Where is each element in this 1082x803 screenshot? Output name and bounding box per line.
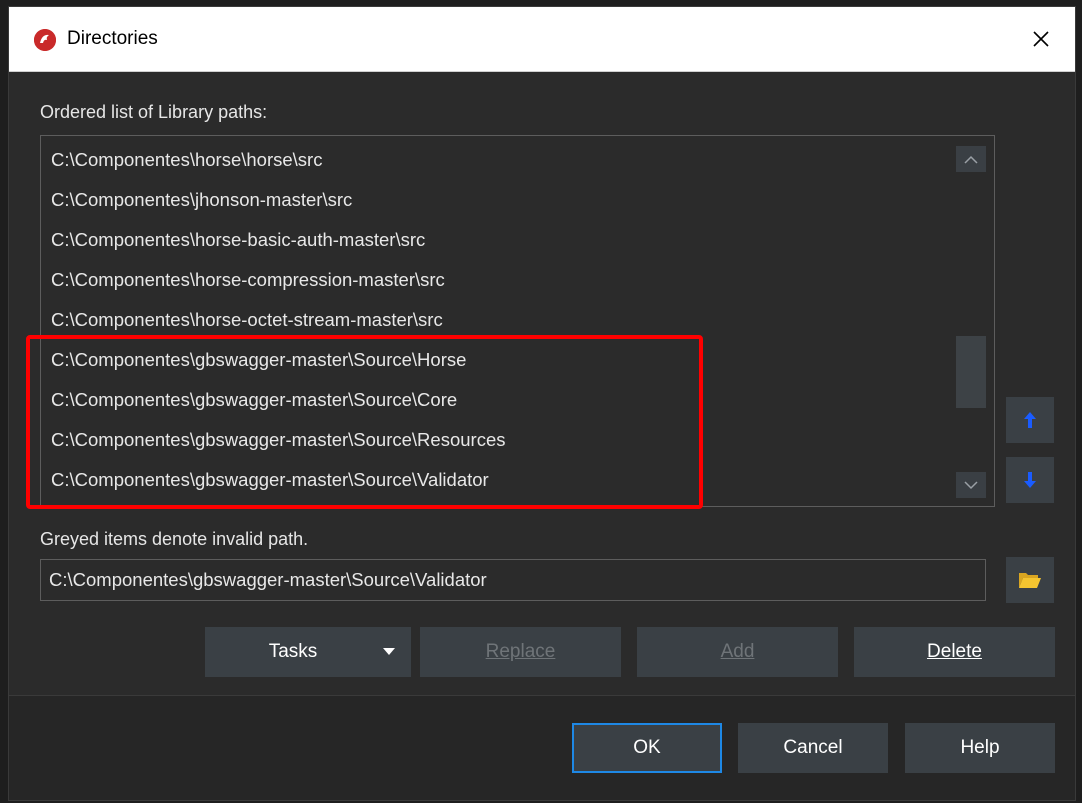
- cancel-button[interactable]: Cancel: [738, 723, 888, 773]
- library-paths-list[interactable]: C:\Componentes\horse\horse\src C:\Compon…: [40, 135, 995, 507]
- list-item[interactable]: C:\Componentes\jhonson-master\src: [51, 180, 352, 220]
- path-input[interactable]: C:\Componentes\gbswagger-master\Source\V…: [40, 559, 986, 601]
- folder-icon: [1019, 573, 1041, 588]
- scroll-down-button[interactable]: [956, 472, 986, 498]
- list-item[interactable]: C:\Componentes\gbswagger-master\Source\R…: [51, 420, 506, 460]
- list-item[interactable]: C:\Componentes\gbswagger-master\Source\C…: [51, 380, 457, 420]
- library-paths-label: Ordered list of Library paths:: [40, 102, 268, 122]
- list-item[interactable]: C:\Componentes\horse-compression-master\…: [51, 260, 445, 300]
- add-label: Add: [720, 641, 755, 662]
- replace-label: Replace: [485, 641, 556, 662]
- directories-dialog: Directories Ordered list of Library path…: [8, 6, 1076, 801]
- title-bar: Directories: [9, 7, 1075, 72]
- close-icon: [1033, 31, 1049, 47]
- move-down-button[interactable]: [1006, 457, 1054, 503]
- invalid-path-note: Greyed items denote invalid path.: [40, 529, 309, 549]
- close-button[interactable]: [1021, 19, 1061, 59]
- help-label: Help: [960, 737, 1000, 758]
- list-item[interactable]: C:\Componentes\horse-basic-auth-master\s…: [51, 220, 425, 260]
- delete-label: Delete: [927, 641, 982, 662]
- scrollbar-thumb[interactable]: [956, 336, 986, 408]
- help-button[interactable]: Help: [905, 723, 1055, 773]
- ok-label: OK: [633, 737, 661, 758]
- list-item[interactable]: C:\Componentes\horse-octet-stream-master…: [51, 300, 443, 340]
- arrow-down-icon: [1024, 472, 1036, 488]
- app-logo-icon: [34, 29, 56, 51]
- add-button[interactable]: Add: [637, 627, 838, 677]
- replace-button[interactable]: Replace: [420, 627, 621, 677]
- list-item[interactable]: C:\Componentes\gbswagger-master\Source\V…: [51, 460, 489, 500]
- chevron-down-icon: [964, 480, 978, 489]
- list-scrollbar[interactable]: [956, 146, 986, 498]
- list-item[interactable]: C:\Componentes\horse\horse\src: [51, 140, 322, 180]
- browse-folder-button[interactable]: [1006, 557, 1054, 603]
- footer-divider: [9, 695, 1075, 696]
- chevron-up-icon: [964, 155, 978, 164]
- window-title: Directories: [67, 28, 158, 49]
- tasks-dropdown-button[interactable]: Tasks: [205, 627, 411, 677]
- list-item[interactable]: C:\Componentes\gbswagger-master\Source\H…: [51, 340, 466, 380]
- tasks-label: Tasks: [268, 641, 318, 662]
- move-up-button[interactable]: [1006, 397, 1054, 443]
- caret-down-icon: [383, 648, 395, 655]
- ok-button[interactable]: OK: [572, 723, 722, 773]
- scroll-up-button[interactable]: [956, 146, 986, 172]
- delete-button[interactable]: Delete: [854, 627, 1055, 677]
- cancel-label: Cancel: [783, 737, 843, 758]
- arrow-up-icon: [1024, 412, 1036, 428]
